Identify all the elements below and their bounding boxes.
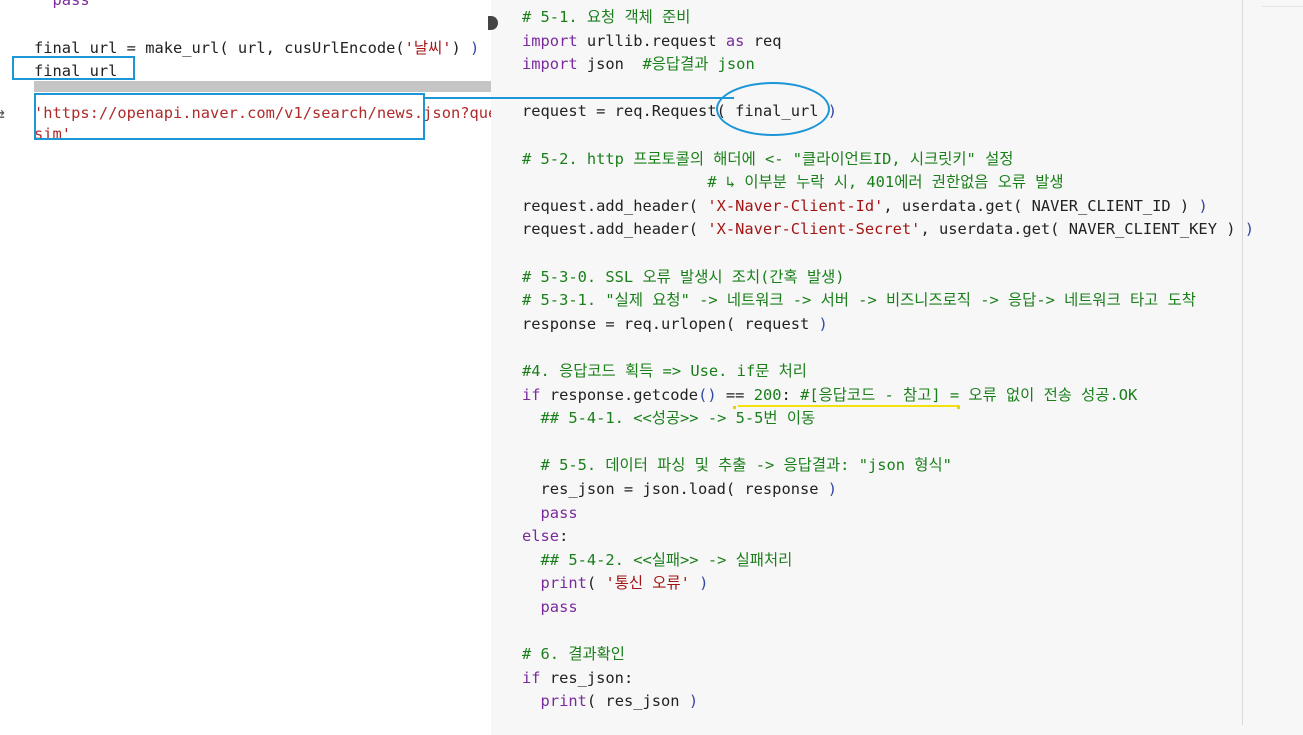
code-token: '통신 오류' [605,574,690,593]
code-line: print( '통신 오류' ) [522,572,709,594]
code-token: 'X-Naver-Client-Secret' [707,220,921,239]
code-token: == [716,385,754,404]
code-token: else [522,527,560,546]
code-token: as [725,31,745,50]
output-url-highlight-box [34,93,425,140]
code-token: import [522,55,578,74]
code-line: # 5-5. 데이터 파싱 및 추출 -> 응답결과: "json 형식" [522,454,952,476]
code-token: # 6. 결과확인 [522,645,625,664]
code-token: ## 5-4-1. <<성공>> -> 5-5번 이동 [522,409,816,428]
code-token: import [522,31,578,50]
code-token: ) [1244,220,1255,239]
code-line: pass [522,596,578,618]
code-token: request.add_header( [522,220,708,239]
code-token: ) [827,480,838,498]
code-token: # 5-1. 요청 객체 준비 [522,8,691,26]
code-line: # ↳ 이부분 누락 시, 401에러 권한없음 오류 발생 [522,171,1064,193]
code-token: #[응답코드 - 참고] = 오류 없이 전송 성공.OK [800,385,1138,404]
code-line: if res_json: [522,667,633,689]
code-token: response = req.urlopen( request [522,314,819,333]
code-token: # 5-3-0. SSL 오류 발생시 조치(간혹 발생) [522,267,845,286]
final-url-highlight-circle [716,82,830,136]
code-token: 'X-Naver-Client-Id' [707,196,884,215]
panel-divider [1242,0,1243,725]
final-url-highlight-box [12,56,135,80]
code-token: #응답결과 json [642,55,755,74]
code-token: if [522,385,541,404]
code-token: ) [818,314,828,333]
code-token: # 5-5. 데이터 파싱 및 추출 -> 응답결과: "json 형식" [522,456,952,475]
code-line: # 5-2. http 프로토콜의 해더에 <- "클라이언트ID, 시크릿키"… [522,148,1013,170]
code-token: () [698,385,717,404]
code-line: ## 5-4-1. <<성공>> -> 5-5번 이동 [522,407,816,429]
code-token: pass [522,503,578,522]
code-token: ( res_json [586,692,689,711]
code-line: request.add_header( 'X-Naver-Client-Secr… [522,218,1254,240]
code-token: req [744,31,782,50]
code-line: res_json = json.load( response ) [522,478,838,500]
code-line: else: [522,525,568,547]
code-token: : [559,527,569,546]
panel-top-edge [1262,6,1303,7]
code-token: ) [451,38,471,57]
code-token: 200 [753,385,782,404]
cell-scroll-bar[interactable] [34,81,491,92]
code-line: import json #응답결과 json [522,53,755,75]
code-token: res_json = json.load( response [522,480,828,498]
annotation-connector-line [425,97,734,99]
underline-start-mark [733,406,736,409]
code-line: request.add_header( 'X-Naver-Client-Id',… [522,195,1208,217]
code-line: # 6. 결과확인 [522,643,625,665]
code-token: , userdata.get( NAVER_CLIENT_KEY ) [920,220,1245,239]
code-token: urllib.request [577,31,726,50]
code-line: import urllib.request as req [522,30,782,52]
code-token: response.getcode [540,385,699,404]
code-token: ) [699,574,709,593]
code-token: ( [586,574,606,593]
code-token: ) [1198,196,1208,215]
code-token: #4. 응답코드 획득 => Use. if문 처리 [522,362,807,380]
code-token: # 5-2. http 프로토콜의 해더에 <- "클라이언트ID, 시크릿키"… [522,149,1014,168]
code-token: pass [34,0,90,9]
code-token: : [781,385,801,404]
status-code-underline [738,405,960,407]
code-token: # ↳ 이부분 누락 시, 401에러 권한없음 오류 발생 [522,173,1064,192]
code-line: pass [34,0,90,11]
code-line: response = req.urlopen( request ) [522,313,828,335]
code-line: print( res_json ) [522,690,699,712]
code-token: final_url = make_url( url, cusUrlEncode( [34,38,405,57]
code-token: ) [688,692,699,711]
code-token: request.add_header( [522,196,708,215]
code-token: ## 5-4-2. <<실패>> -> 실패처리 [522,550,793,569]
code-line: # 5-1. 요청 객체 준비 [522,6,690,28]
code-token: pass [522,598,578,616]
code-token: if [522,668,541,687]
code-token: , userdata.get( NAVER_CLIENT_ID ) [883,196,1199,215]
code-line: pass [522,502,578,524]
code-token: print [540,574,587,593]
code-line: ## 5-4-2. <<실패>> -> 실패처리 [522,549,793,571]
output-toggle-icon[interactable]: ⇄ [0,104,5,125]
code-token: # 5-3-1. "실제 요청" -> 네트워크 -> 서버 -> 비즈니즈로직… [522,291,1196,310]
code-line: # 5-3-1. "실제 요청" -> 네트워크 -> 서버 -> 비즈니즈로직… [522,289,1196,311]
code-token: ) [470,38,480,57]
code-line: #4. 응답코드 획득 => Use. if문 처리 [522,360,807,382]
code-line: if response.getcode() == 200: #[응답코드 - 참… [522,384,1137,406]
code-line: # 5-3-0. SSL 오류 발생시 조치(간혹 발생) [522,266,845,288]
code-token: res_json: [540,668,634,687]
code-token: '날씨' [404,38,452,57]
code-token: print [540,692,587,711]
code-token: json [577,55,643,74]
underline-end-mark [957,406,960,409]
